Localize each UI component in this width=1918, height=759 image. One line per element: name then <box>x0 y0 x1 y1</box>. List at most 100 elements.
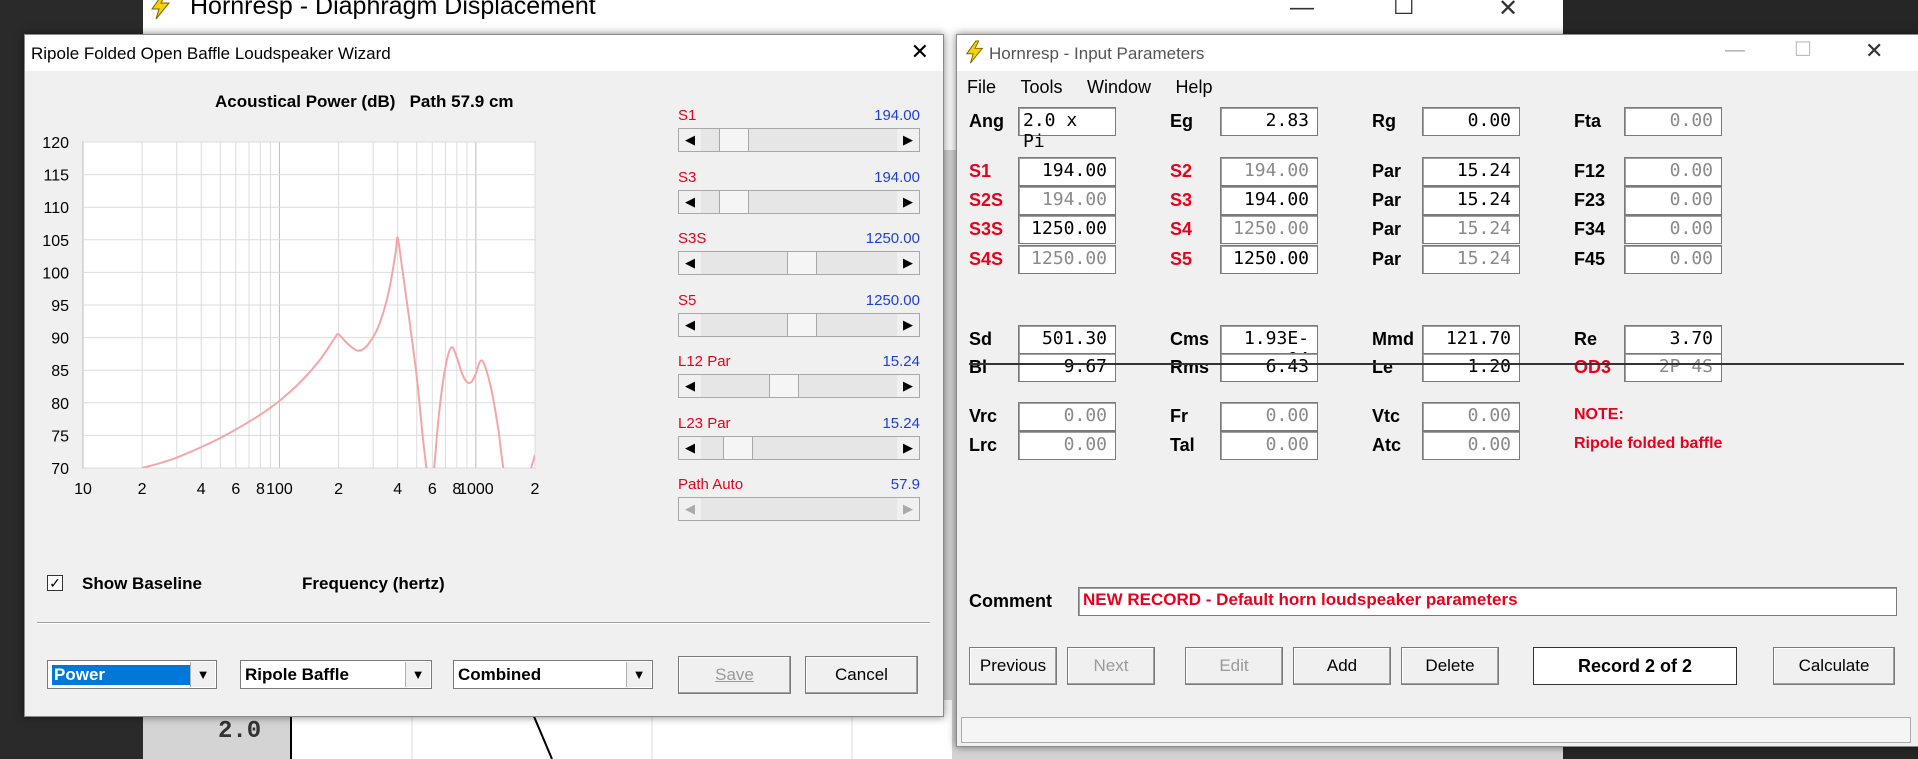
param-label: OD3 <box>1574 357 1612 377</box>
y-tick-label: 110 <box>43 200 69 217</box>
slider-track[interactable]: ◀ ▶ <box>678 128 920 152</box>
param-field[interactable]: 0.00 <box>1422 402 1520 431</box>
param-field[interactable]: 0.00 <box>1018 402 1116 431</box>
menu-file[interactable]: File <box>967 77 996 97</box>
scroll-left-icon[interactable]: ◀ <box>679 498 701 520</box>
minimize-icon[interactable]: — <box>1725 39 1745 62</box>
scroll-left-icon[interactable]: ◀ <box>679 190 701 213</box>
param-field[interactable]: 0.00 <box>1624 186 1722 215</box>
minimize-icon[interactable]: — <box>1290 0 1314 22</box>
param-field[interactable]: 2.83 <box>1220 107 1318 136</box>
slider-thumb[interactable] <box>769 375 800 397</box>
param-field[interactable]: 9.67 <box>1018 353 1116 382</box>
param-label: Bl <box>969 357 987 377</box>
slider-track[interactable]: ◀ ▶ <box>678 251 920 275</box>
slider-thumb[interactable] <box>719 190 750 213</box>
param-field[interactable]: 194.00 <box>1018 186 1116 215</box>
menu-window[interactable]: Window <box>1087 77 1151 97</box>
previous-button[interactable]: Previous <box>969 647 1057 685</box>
param-field[interactable]: 1250.00 <box>1220 215 1318 244</box>
close-icon[interactable]: ✕ <box>1865 38 1883 64</box>
scroll-left-icon[interactable]: ◀ <box>679 252 701 274</box>
param-field[interactable]: 0.00 <box>1422 107 1520 136</box>
wizard-title: Ripole Folded Open Baffle Loudspeaker Wi… <box>31 44 391 63</box>
slider-thumb[interactable] <box>719 129 750 151</box>
close-icon[interactable]: ✕ <box>911 39 929 65</box>
slider-thumb[interactable] <box>787 313 818 336</box>
slider-track[interactable]: ◀ ▶ <box>678 497 920 521</box>
param-field[interactable]: 6.43 <box>1220 353 1318 382</box>
param-field[interactable]: 15.24 <box>1422 245 1520 274</box>
scroll-left-icon[interactable]: ◀ <box>679 313 701 336</box>
scroll-left-icon[interactable]: ◀ <box>679 436 701 459</box>
param-field[interactable]: 1.93E-04 <box>1220 325 1318 370</box>
slider-thumb[interactable] <box>722 436 753 459</box>
ripole-baffle-dropdown[interactable]: Ripole Baffle ▼ <box>240 660 432 689</box>
param-label: S2S <box>969 190 1004 210</box>
scroll-right-icon[interactable]: ▶ <box>897 252 919 274</box>
scroll-right-icon[interactable]: ▶ <box>897 129 919 151</box>
menu-help[interactable]: Help <box>1175 77 1212 97</box>
param-field[interactable]: 15.24 <box>1422 186 1520 215</box>
param-field[interactable]: 0.00 <box>1624 157 1722 186</box>
maximize-icon[interactable]: ☐ <box>1393 0 1415 21</box>
cancel-button[interactable]: Cancel <box>805 656 918 694</box>
param-field[interactable]: 194.00 <box>1220 157 1318 186</box>
param-field[interactable]: 2.0 x Pi <box>1018 107 1116 152</box>
param-field[interactable]: 15.24 <box>1422 157 1520 186</box>
combined-dropdown[interactable]: Combined ▼ <box>453 660 653 689</box>
param-field[interactable]: 0.00 <box>1220 431 1318 460</box>
param-field[interactable]: 194.00 <box>1018 157 1116 186</box>
y-tick-label: 95 <box>51 298 69 315</box>
param-field[interactable]: 0.00 <box>1422 431 1520 460</box>
param-field[interactable]: 0.00 <box>1624 245 1722 274</box>
param-field[interactable]: 1250.00 <box>1018 215 1116 244</box>
param-field[interactable]: 121.70 <box>1422 325 1520 354</box>
scroll-right-icon[interactable]: ▶ <box>897 313 919 336</box>
scroll-right-icon[interactable]: ▶ <box>897 375 919 397</box>
calculate-button[interactable]: Calculate <box>1773 647 1895 685</box>
scroll-right-icon[interactable]: ▶ <box>897 436 919 459</box>
menu-tools[interactable]: Tools <box>1020 77 1062 97</box>
param-label: F34 <box>1574 219 1606 239</box>
param-field[interactable]: 3.70 <box>1624 325 1722 354</box>
param-label: Ripole folded baffle <box>1574 435 1723 452</box>
param-field[interactable]: 1250.00 <box>1018 245 1116 274</box>
scroll-right-icon[interactable]: ▶ <box>897 190 919 213</box>
slider-value: 1250.00 <box>865 230 920 247</box>
param-label: Atc <box>1372 435 1402 455</box>
param-field[interactable]: 0.00 <box>1018 431 1116 460</box>
param-field[interactable]: 2P 4S <box>1624 353 1722 382</box>
slider-track[interactable]: ◀ ▶ <box>678 435 920 460</box>
param-field[interactable]: 1250.00 <box>1220 245 1318 274</box>
maximize-icon[interactable]: ☐ <box>1794 37 1812 62</box>
slider-track[interactable]: ◀ ▶ <box>678 312 920 337</box>
show-baseline-checkbox[interactable]: ✓ <box>47 575 63 591</box>
param-field[interactable]: 1.20 <box>1422 353 1520 382</box>
acoustical-power-chart: 12011511010510095908580757010 2 4 6 8 100 2 4 6 8… <box>42 135 539 498</box>
param-field[interactable]: 15.24 <box>1422 215 1520 244</box>
y-tick-label: 115 <box>43 168 69 185</box>
edit-button[interactable]: Edit <box>1185 647 1283 685</box>
param-field[interactable]: 0.00 <box>1624 107 1722 136</box>
close-icon[interactable]: ✕ <box>1498 0 1518 23</box>
add-button[interactable]: Add <box>1293 647 1391 685</box>
slider-track[interactable]: ◀ ▶ <box>678 374 920 398</box>
param-field[interactable]: 0.00 <box>1220 402 1318 431</box>
param-field[interactable]: 194.00 <box>1220 186 1318 215</box>
scroll-left-icon[interactable]: ◀ <box>679 129 701 151</box>
scroll-left-icon[interactable]: ◀ <box>679 375 701 397</box>
next-button[interactable]: Next <box>1067 647 1155 685</box>
save-button[interactable]: Save <box>678 656 791 694</box>
comment-field[interactable]: NEW RECORD - Default horn loudspeaker pa… <box>1078 587 1897 616</box>
param-label: Vtc <box>1372 406 1401 426</box>
param-field[interactable]: 0.00 <box>1624 215 1722 244</box>
x-tick-label: 100 <box>266 481 293 498</box>
chevron-down-icon: ▼ <box>405 662 430 687</box>
delete-button[interactable]: Delete <box>1401 647 1499 685</box>
slider-thumb[interactable] <box>787 252 818 274</box>
slider-track[interactable]: ◀ ▶ <box>678 189 920 214</box>
scroll-right-icon[interactable]: ▶ <box>897 498 919 520</box>
power-dropdown[interactable]: Power ▼ <box>47 660 217 689</box>
param-field[interactable]: 501.30 <box>1018 325 1116 354</box>
